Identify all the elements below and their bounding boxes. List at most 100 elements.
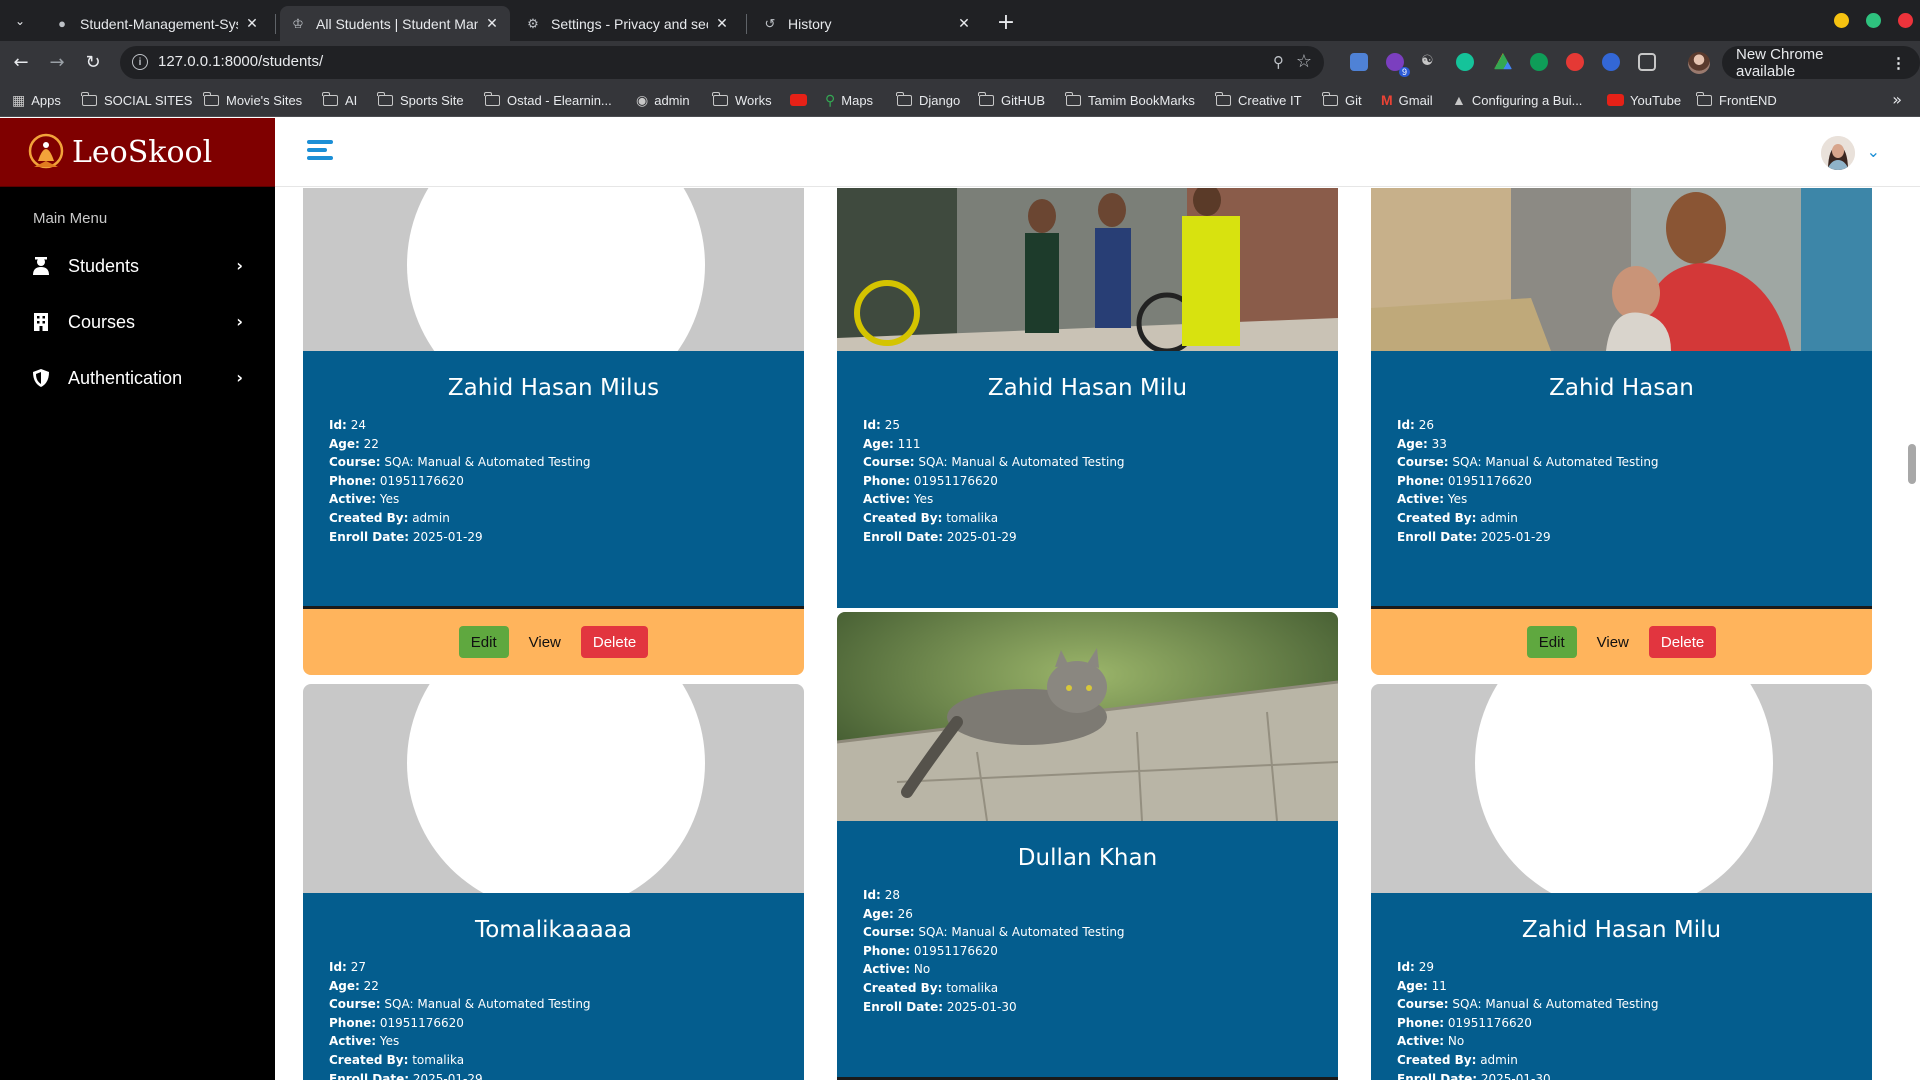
student-info: Id: 26 Age: 33 Course: SQA: Manual & Aut… — [1397, 416, 1659, 546]
menu-title: Main Menu — [33, 210, 108, 227]
bookmark-folder-ostad[interactable]: Ostad - Elearnin... — [484, 90, 612, 110]
close-icon[interactable]: ✕ — [244, 15, 260, 32]
bookmark-folder-social-sites[interactable]: SOCIAL SITES — [81, 90, 192, 110]
bookmark-folder-ai[interactable]: AI — [322, 90, 357, 110]
folder-icon — [712, 91, 728, 106]
shield-icon — [33, 369, 49, 387]
folder-icon — [203, 91, 219, 106]
url-text[interactable]: 127.0.0.1:8000/students/ — [158, 53, 323, 70]
view-button[interactable]: View — [1585, 626, 1641, 658]
bookmark-label: Tamim BookMarks — [1088, 92, 1195, 108]
phone-value: 01951176620 — [1447, 473, 1532, 488]
active-label: Active: — [863, 492, 911, 507]
course-label: Course: — [329, 997, 381, 1012]
id-label: Id: — [1397, 960, 1415, 974]
folder-icon — [1322, 91, 1338, 106]
back-arrow-icon[interactable]: ← — [8, 49, 34, 75]
tab-settings[interactable]: ⚙ Settings - Privacy and security ✕ — [515, 6, 740, 41]
bookmark-configuring[interactable]: ▲ Configuring a Bui... — [1452, 90, 1582, 110]
extension-icon[interactable]: 9 — [1386, 53, 1410, 77]
id-value: 29 — [1418, 960, 1434, 974]
bookmark-youtube[interactable]: YouTube — [1607, 90, 1681, 110]
chrome-profile-avatar[interactable] — [1688, 52, 1710, 74]
google-drive-icon[interactable] — [1494, 53, 1512, 70]
reload-icon[interactable]: ↻ — [80, 49, 106, 75]
id-label: Id: — [863, 888, 881, 902]
close-icon[interactable]: ✕ — [714, 15, 730, 32]
bookmark-label: Apps — [31, 92, 61, 108]
edit-button[interactable]: Edit — [458, 626, 509, 658]
enroll-date-label: Enroll Date: — [329, 1071, 410, 1080]
bookmark-admin[interactable]: ◉ admin — [636, 90, 690, 110]
share-icon[interactable]: ☯ — [1421, 53, 1439, 71]
phone-label: Phone: — [329, 473, 377, 488]
brand-name: LeoSkool — [72, 134, 213, 170]
red-extension-icon[interactable] — [1566, 53, 1584, 71]
delete-button[interactable]: Delete — [1648, 626, 1717, 658]
sidebar-item-authentication[interactable]: Authentication › — [0, 356, 275, 400]
grammarly-icon[interactable] — [1456, 53, 1474, 71]
close-icon[interactable]: ✕ — [484, 15, 500, 32]
bookmark-folder-works[interactable]: Works — [712, 90, 772, 110]
site-info-icon[interactable]: i — [132, 54, 148, 70]
bookmark-apps[interactable]: ▦ Apps — [12, 90, 61, 110]
tab-student-management-system[interactable]: ● Student-Management-System ✕ — [44, 6, 270, 41]
folder-icon — [1065, 91, 1081, 106]
github-icon: ● — [58, 16, 66, 31]
enroll-date-value: 2025-01-29 — [1480, 529, 1551, 544]
close-window-button[interactable] — [1898, 13, 1913, 28]
extensions-puzzle-icon[interactable] — [1638, 53, 1656, 71]
active-value: Yes — [379, 492, 400, 507]
edit-button[interactable]: Edit — [1526, 626, 1577, 658]
course-label: Course: — [329, 455, 381, 470]
student-card: Zahid Hasan Milu Id: 25 Age: 111 Course:… — [837, 188, 1338, 608]
bookmark-folder-git[interactable]: Git — [1322, 90, 1362, 110]
new-chrome-available-button[interactable]: New Chrome available ⋮ — [1722, 46, 1920, 80]
age-value: 111 — [897, 436, 921, 451]
bookmark-maps[interactable]: ⚲ Maps — [825, 90, 873, 110]
new-tab-button[interactable]: + — [992, 8, 1020, 36]
maps-pin-icon: ⚲ — [825, 91, 836, 108]
translate-extension-icon[interactable] — [1350, 53, 1368, 71]
bookmark-folder-frontend[interactable]: FrontEND — [1696, 90, 1777, 110]
bookmark-gmail[interactable]: M Gmail — [1381, 90, 1433, 110]
view-button[interactable]: View — [517, 626, 573, 658]
forward-arrow-icon[interactable]: → — [44, 49, 70, 75]
bookmark-folder-github[interactable]: GitHUB — [978, 90, 1045, 110]
bookmark-folder-django[interactable]: Django — [896, 90, 960, 110]
more-bookmarks-icon[interactable]: » — [1892, 90, 1902, 109]
phone-value: 01951176620 — [379, 1015, 464, 1030]
tab-all-students[interactable]: ♔ All Students | Student Management ✕ — [280, 6, 510, 41]
bookmark-folder-creative-it[interactable]: Creative IT — [1215, 90, 1302, 110]
hamburger-menu-icon[interactable] — [307, 140, 333, 164]
id-value: 26 — [1418, 418, 1434, 432]
address-bar[interactable]: i 127.0.0.1:8000/students/ ⚲ ☆ — [120, 46, 1324, 79]
bookmark-youtube-icon-only[interactable] — [790, 90, 807, 110]
bookmark-star-icon[interactable]: ☆ — [1296, 51, 1312, 72]
sidebar-item-courses[interactable]: Courses › — [0, 300, 275, 344]
sidebar-item-students[interactable]: Students › — [0, 244, 275, 288]
enroll-date-value: 2025-01-29 — [412, 529, 483, 544]
bookmark-folder-tamim[interactable]: Tamim BookMarks — [1065, 90, 1195, 110]
browser-toolbar: ← → ↻ i 127.0.0.1:8000/students/ ⚲ ☆ 9 ☯… — [0, 41, 1920, 83]
tab-search-icon[interactable]: ⌄ — [8, 10, 32, 32]
brand-bar[interactable]: LeoSkool — [0, 118, 275, 187]
tab-history[interactable]: ↺ History ✕ — [752, 6, 982, 41]
maximize-button[interactable] — [1866, 13, 1881, 28]
minimize-button[interactable] — [1834, 13, 1849, 28]
blue-extension-icon[interactable] — [1602, 53, 1620, 71]
user-avatar[interactable] — [1821, 136, 1855, 170]
bookmark-label: FrontEND — [1719, 92, 1777, 108]
page-scrollbar[interactable] — [1908, 444, 1916, 484]
zoom-icon[interactable]: ⚲ — [1273, 53, 1284, 71]
created-by-label: Created By: — [329, 510, 409, 525]
delete-button[interactable]: Delete — [580, 626, 649, 658]
more-menu-icon[interactable]: ⋮ — [1891, 54, 1906, 72]
sheets-extension-icon[interactable] — [1530, 53, 1548, 71]
close-icon[interactable]: ✕ — [956, 15, 972, 32]
created-by-value: admin — [1480, 1052, 1518, 1067]
bookmark-folder-movies-sites[interactable]: Movie's Sites — [203, 90, 302, 110]
bookmark-folder-sports-site[interactable]: Sports Site — [377, 90, 464, 110]
age-label: Age: — [329, 436, 360, 451]
chevron-down-icon[interactable]: ⌄ — [1867, 142, 1880, 161]
